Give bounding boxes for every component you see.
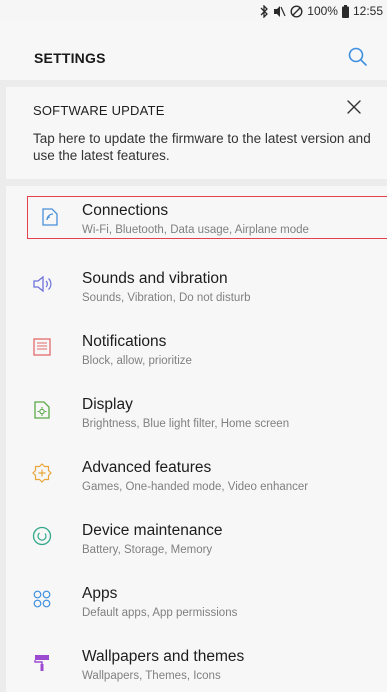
settings-item-connections[interactable]: Connections Wi-Fi, Bluetooth, Data usage… [27,196,387,239]
advanced-features-icon [32,463,52,483]
app-bar: SETTINGS [0,22,387,80]
settings-item-label: Apps [82,585,118,602]
settings-item-advanced-features[interactable]: Advanced features Games, One-handed mode… [6,441,387,504]
settings-item-subtitle: Wallpapers, Themes, Icons [82,670,221,682]
software-update-card[interactable]: SOFTWARE UPDATE Tap here to update the f… [6,87,387,179]
device-maintenance-icon [32,526,52,546]
search-icon[interactable] [347,46,369,68]
notifications-icon [33,338,51,356]
wallpapers-themes-icon [34,655,49,671]
settings-item-notifications[interactable]: Notifications Block, allow, prioritize [6,315,387,378]
settings-item-subtitle: Brightness, Blue light filter, Home scre… [82,418,290,430]
settings-item-sounds[interactable]: Sounds and vibration Sounds, Vibration, … [6,252,387,315]
settings-item-subtitle: Games, One-handed mode, Video enhancer [82,481,309,493]
status-bar: 100% 12:55 [0,0,387,22]
settings-item-device-maintenance[interactable]: Device maintenance Battery, Storage, Mem… [6,504,387,567]
settings-item-apps[interactable]: Apps Default apps, App permissions [6,567,387,630]
settings-item-subtitle: Block, allow, prioritize [82,355,192,367]
clock: 12:55 [352,4,383,18]
page-title: SETTINGS [34,50,106,66]
settings-item-subtitle: Wi-Fi, Bluetooth, Data usage, Airplane m… [82,224,309,236]
settings-item-display[interactable]: Display Brightness, Blue light filter, H… [6,378,387,441]
settings-item-label: Advanced features [82,459,212,476]
settings-item-label: Connections [82,202,169,219]
software-update-body: Tap here to update the firmware to the l… [33,131,371,163]
settings-item-label: Notifications [82,333,167,350]
display-icon [34,401,50,419]
connections-icon [42,208,58,226]
settings-item-subtitle: Sounds, Vibration, Do not disturb [82,292,251,304]
settings-item-label: Sounds and vibration [82,270,228,287]
settings-item-label: Device maintenance [82,522,223,539]
settings-item-wallpapers-themes[interactable]: Wallpapers and themes Wallpapers, Themes… [6,630,387,692]
battery-icon [341,4,349,18]
apps-icon [33,590,51,608]
no-signal-icon [290,4,303,18]
bluetooth-icon [260,4,269,18]
settings-item-subtitle: Default apps, App permissions [82,607,238,619]
settings-list: Connections Wi-Fi, Bluetooth, Data usage… [6,186,387,692]
settings-item-subtitle: Battery, Storage, Memory [82,544,213,556]
mute-icon [274,5,286,17]
status-icons: 100% 12:55 [259,4,383,18]
software-update-heading: SOFTWARE UPDATE [33,103,165,118]
close-icon[interactable] [345,98,363,116]
battery-percent: 100% [307,4,338,18]
settings-item-label: Wallpapers and themes [82,648,245,665]
settings-item-label: Display [82,396,133,413]
sound-icon [33,275,52,293]
